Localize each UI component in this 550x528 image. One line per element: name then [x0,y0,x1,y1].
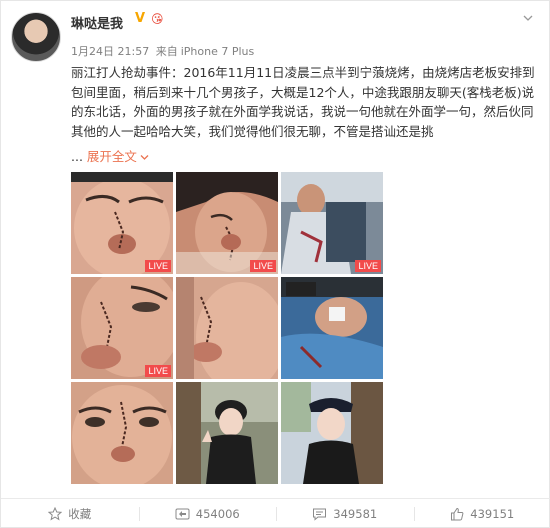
photo-7-image [71,382,173,484]
live-badge: LIVE [355,260,381,272]
photo-3-image [281,172,383,274]
expand-full-text-link[interactable]: 展开全文 [87,149,149,164]
star-icon [48,507,63,521]
repost-count: 454006 [195,507,240,521]
member-emoji-icon[interactable]: 😘 [151,11,167,27]
expand-row: ... 展开全文 [71,146,149,165]
comment-count: 349581 [333,507,378,521]
photo-2-image [176,172,278,274]
post-timestamp[interactable]: 1月24日 21:57 [71,45,149,58]
favorite-button[interactable]: 收藏 [1,499,139,528]
like-count: 439151 [470,507,515,521]
repost-icon [175,508,190,520]
repost-button[interactable]: 454006 [138,499,277,528]
live-badge: LIVE [145,260,171,272]
chevron-down-icon [140,155,149,160]
post-source[interactable]: iPhone 7 Plus [181,45,255,58]
photo-6-image [281,277,383,379]
photo-4-image [71,277,173,379]
post-meta: 1月24日 21:57 来自 iPhone 7 Plus [71,43,257,59]
photo-4[interactable]: LIVE [71,277,173,379]
verified-badge-icon[interactable]: V [135,12,149,26]
action-bar: 收藏 454006 349581 439151 [1,499,550,528]
post-text: 丽江打人抢劫事件：2016年11月11日凌晨三点半到宁蒗烧烤，由烧烤店老板安排到… [71,65,535,139]
photo-8[interactable] [176,382,278,484]
username-link[interactable]: 琳哒是我 [71,13,123,32]
photo-9-image [281,382,383,484]
more-options-chevron-icon[interactable] [523,13,533,23]
photo-5-image [176,277,278,379]
post-body: 丽江打人抢劫事件：2016年11月11日凌晨三点半到宁蒗烧烤，由烧烤店老板安排到… [71,63,541,141]
favorite-label: 收藏 [68,507,92,521]
thumbs-up-icon [451,507,464,521]
avatar[interactable] [11,12,61,62]
ellipsis: ... [71,149,83,164]
comment-button[interactable]: 349581 [276,499,414,528]
photo-grid: LIVE LIVE LIVE LIVE [71,172,384,486]
photo-1-image [71,172,173,274]
weibo-post-card: 琳哒是我 V 😘 1月24日 21:57 来自 iPhone 7 Plus 丽江打… [0,0,550,528]
comment-icon [313,508,327,521]
photo-9[interactable] [281,382,383,484]
expand-label: 展开全文 [86,149,137,164]
photo-3[interactable]: LIVE [281,172,383,274]
photo-2[interactable]: LIVE [176,172,278,274]
photo-1[interactable]: LIVE [71,172,173,274]
photo-6[interactable] [281,277,383,379]
photo-7[interactable] [71,382,173,484]
source-prefix: 来自 [155,45,178,58]
like-button[interactable]: 439151 [413,499,550,528]
live-badge: LIVE [145,365,171,377]
photo-5[interactable] [176,277,278,379]
live-badge: LIVE [250,260,276,272]
photo-8-image [176,382,278,484]
